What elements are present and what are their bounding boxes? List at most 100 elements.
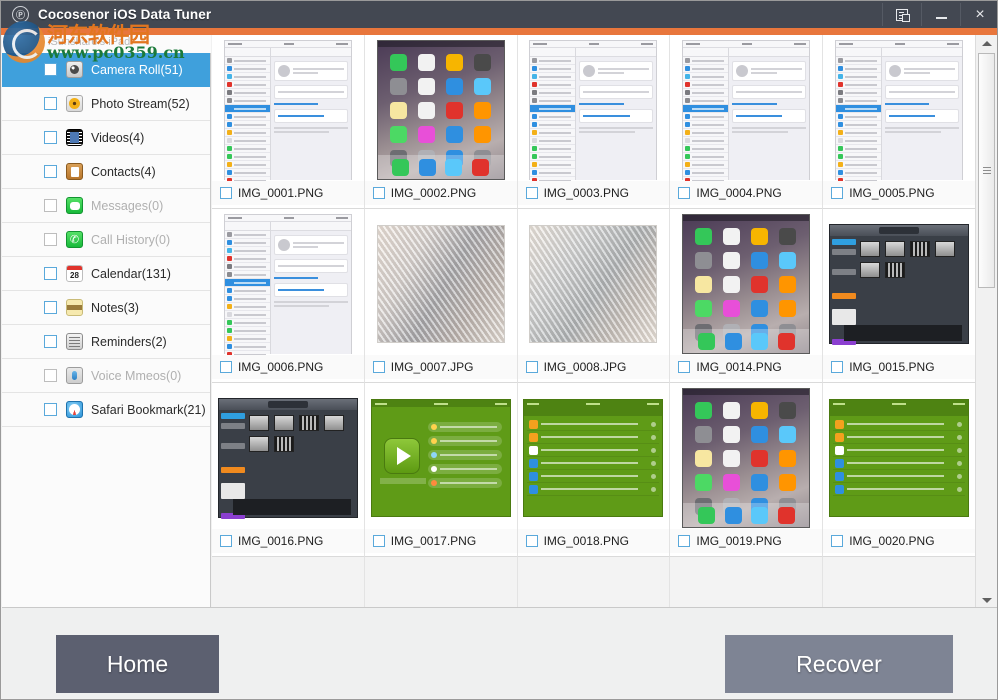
thumbnail-image[interactable]	[522, 213, 664, 355]
settings-row	[683, 153, 728, 161]
sidebar-item-checkbox[interactable]	[44, 369, 57, 382]
thumbnail-image[interactable]	[828, 39, 970, 181]
thumbnail-checkbox[interactable]	[220, 535, 232, 547]
sidebar-item-checkbox[interactable]	[44, 267, 57, 280]
thumbnail-cell[interactable]: IMG_0006.PNG	[212, 209, 365, 383]
sidebar-item-checkbox[interactable]	[44, 335, 57, 348]
sidebar-item-checkbox[interactable]	[44, 97, 57, 110]
thumbnail-cell[interactable]: IMG_0003.PNG	[518, 35, 671, 209]
sidebar-item-camera-roll[interactable]: Camera Roll(51)	[2, 53, 210, 87]
thumbnail-checkbox[interactable]	[831, 187, 843, 199]
sidebar-item-photo-stream[interactable]: Photo Stream(52)	[2, 87, 210, 121]
thumbnail-cell[interactable]: IMG_0020.PNG	[823, 383, 976, 557]
thumbnail-image[interactable]	[370, 387, 512, 529]
sidebar-item-call-history[interactable]: ✆Call History(0)	[2, 223, 210, 257]
thumbnail-image[interactable]	[522, 39, 664, 181]
thumbnail-checkbox[interactable]	[526, 187, 538, 199]
thumbnail-image[interactable]	[217, 213, 359, 355]
thumbnail-cell[interactable]: IMG_0017.PNG	[365, 383, 518, 557]
app-icon	[751, 426, 768, 443]
sidebar-item-videos[interactable]: Videos(4)	[2, 121, 210, 155]
sidebar-item-checkbox[interactable]	[44, 165, 57, 178]
sidebar-item-checkbox[interactable]	[44, 199, 57, 212]
thumbnail-cell[interactable]: IMG_0002.PNG	[365, 35, 518, 209]
sidebar-item-checkbox[interactable]	[44, 403, 57, 416]
media-thumbnail	[935, 241, 955, 257]
list-item	[527, 431, 659, 444]
thumbnail-checkbox[interactable]	[831, 535, 843, 547]
gallery-scrollbar[interactable]	[975, 35, 996, 609]
thumbnail-checkbox[interactable]	[678, 361, 690, 373]
thumbnail-cell-partial[interactable]	[365, 557, 518, 609]
sidebar-item-safari-bookmark[interactable]: Safari Bookmark(21)	[2, 393, 210, 427]
thumbnail-checkbox[interactable]	[373, 187, 385, 199]
recover-button[interactable]: Recover	[725, 635, 953, 693]
thumbnail-image[interactable]	[675, 213, 817, 355]
thumbnail-image[interactable]	[217, 39, 359, 181]
close-button[interactable]: ×	[961, 1, 998, 28]
thumbnail-checkbox[interactable]	[831, 361, 843, 373]
sidebar-item-messages[interactable]: Messages(0)	[2, 189, 210, 223]
thumbnail-cell[interactable]: IMG_0005.PNG	[823, 35, 976, 209]
thumbnail-image[interactable]	[217, 561, 359, 609]
thumbnail-checkbox[interactable]	[526, 361, 538, 373]
thumbnail-cell-partial[interactable]	[670, 557, 823, 609]
thumbnail-cell[interactable]: IMG_0016.PNG	[212, 383, 365, 557]
thumbnail-image[interactable]	[522, 387, 664, 529]
app-icon	[474, 54, 491, 71]
scroll-up-arrow[interactable]	[976, 35, 997, 52]
scrollbar-thumb[interactable]	[978, 53, 995, 288]
settings-row	[225, 129, 270, 137]
thumbnail-checkbox[interactable]	[526, 535, 538, 547]
sidebar-item-checkbox[interactable]	[44, 233, 57, 246]
thumbnail-image[interactable]	[370, 561, 512, 609]
sidebar-item-checkbox[interactable]	[44, 301, 57, 314]
sidebar-item-notes[interactable]: Notes(3)	[2, 291, 210, 325]
thumbnail-checkbox[interactable]	[220, 187, 232, 199]
thumbnail-caption: IMG_0019.PNG	[670, 529, 822, 553]
thumbnail-image[interactable]	[828, 387, 970, 529]
thumbnail-checkbox[interactable]	[678, 535, 690, 547]
thumbnail-image[interactable]	[828, 561, 970, 609]
app-icon	[446, 78, 463, 95]
thumbnail-caption: IMG_0001.PNG	[212, 181, 364, 205]
thumbnail-cell[interactable]: IMG_0007.JPG	[365, 209, 518, 383]
sidebar-item-checkbox[interactable]	[44, 63, 57, 76]
settings-row	[225, 57, 270, 65]
thumbnail-checkbox[interactable]	[678, 187, 690, 199]
minimize-button[interactable]	[922, 1, 960, 28]
thumbnail-cell-partial[interactable]	[823, 557, 976, 609]
thumbnail-cell[interactable]: IMG_0015.PNG	[823, 209, 976, 383]
sidebar-item-calendar[interactable]: Calendar(131)	[2, 257, 210, 291]
sidebar-item-label: Contacts(4)	[91, 165, 156, 179]
thumbnail-image[interactable]	[522, 561, 664, 609]
thumbnail-cell[interactable]: IMG_0019.PNG	[670, 383, 823, 557]
thumbnail-image[interactable]	[370, 39, 512, 181]
thumbnail-cell-partial[interactable]	[212, 557, 365, 609]
thumbnail-checkbox[interactable]	[220, 361, 232, 373]
thumbnail-checkbox[interactable]	[373, 535, 385, 547]
thumbnail-caption: IMG_0018.PNG	[518, 529, 670, 553]
thumbnail-image[interactable]	[828, 213, 970, 355]
thumbnail-cell[interactable]: IMG_0001.PNG	[212, 35, 365, 209]
home-button[interactable]: Home	[56, 635, 219, 693]
thumbnail-checkbox[interactable]	[373, 361, 385, 373]
thumbnail-image[interactable]	[217, 387, 359, 529]
thumbnail-cell-partial[interactable]	[518, 557, 671, 609]
thumbnail-cell[interactable]: IMG_0014.PNG	[670, 209, 823, 383]
settings-row	[683, 169, 728, 177]
register-button[interactable]	[883, 1, 921, 28]
thumbnail-image[interactable]	[675, 561, 817, 609]
sidebar-item-contacts[interactable]: Contacts(4)	[2, 155, 210, 189]
sidebar-item-reminders[interactable]: Reminders(2)	[2, 325, 210, 359]
thumbnail-cell[interactable]: IMG_0004.PNG	[670, 35, 823, 209]
thumbnail-image[interactable]	[675, 39, 817, 181]
thumbnail-cell[interactable]: IMG_0008.JPG	[518, 209, 671, 383]
sidebar-item-label: Notes(3)	[91, 301, 139, 315]
thumbnail-image[interactable]	[675, 387, 817, 529]
sidebar-item-voice-mmeos[interactable]: Voice Mmeos(0)	[2, 359, 210, 393]
thumbnail-caption: IMG_0006.PNG	[212, 355, 364, 379]
thumbnail-image[interactable]	[370, 213, 512, 355]
thumbnail-cell[interactable]: IMG_0018.PNG	[518, 383, 671, 557]
sidebar-item-checkbox[interactable]	[44, 131, 57, 144]
